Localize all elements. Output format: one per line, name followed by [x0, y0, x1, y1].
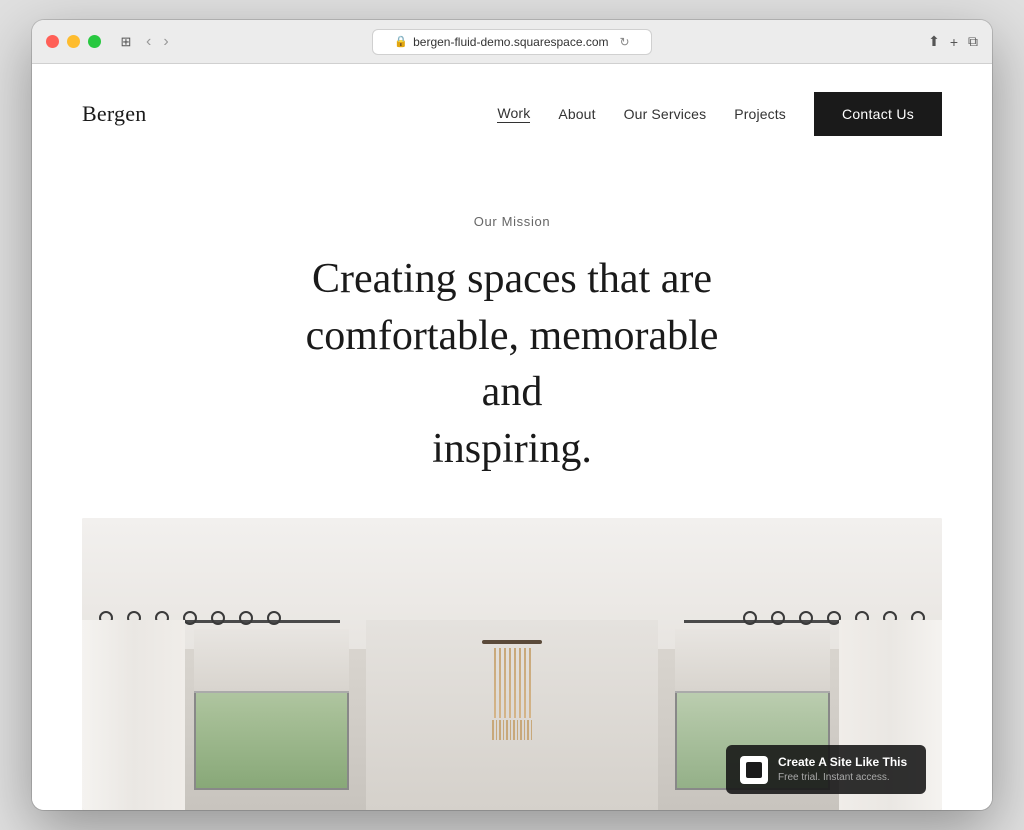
hero-section: Our Mission Creating spaces that are com…: [32, 164, 992, 518]
back-arrow-icon[interactable]: ‹: [143, 33, 154, 51]
ring: [743, 611, 757, 625]
new-tab-icon[interactable]: +: [950, 34, 958, 50]
macrame-string: [509, 648, 511, 718]
ring: [799, 611, 813, 625]
mac-titlebar: ⊞ ‹ › 🔒 bergen-fluid-demo.squarespace.co…: [32, 20, 992, 64]
squarespace-logo-inner: [746, 762, 762, 778]
curtain-left: [82, 620, 185, 810]
toolbar-icons: ⊞ ‹ ›: [115, 31, 172, 53]
ring: [211, 611, 225, 625]
site-logo[interactable]: Bergen: [82, 101, 146, 127]
macrame-strings: [477, 648, 547, 718]
toolbar-right: ⬆ + ⧉: [928, 33, 978, 50]
url-text: bergen-fluid-demo.squarespace.com: [413, 35, 608, 49]
macrame-string: [519, 648, 521, 718]
nav-work[interactable]: Work: [497, 105, 530, 123]
room-image: Create A Site Like This Free trial. Inst…: [82, 518, 942, 810]
macrame-string: [504, 648, 506, 718]
squarespace-badge[interactable]: Create A Site Like This Free trial. Inst…: [726, 745, 926, 794]
macrame-string: [499, 648, 501, 718]
lock-icon: 🔒: [394, 35, 408, 48]
macrame-string: [524, 648, 526, 718]
close-button[interactable]: [46, 35, 59, 48]
hero-heading-line2: comfortable, memorable and: [306, 313, 719, 416]
nav-about[interactable]: About: [558, 106, 595, 122]
nav-projects[interactable]: Projects: [734, 106, 786, 122]
macrame-string: [494, 648, 496, 718]
shade-right: [675, 629, 830, 693]
maximize-button[interactable]: [88, 35, 101, 48]
macrame-fringe: [477, 720, 547, 740]
macrame-string: [529, 648, 531, 718]
macrame-string: [514, 648, 516, 718]
refresh-icon[interactable]: ↻: [620, 35, 630, 49]
squarespace-logo: [740, 756, 768, 784]
sidebar-icon[interactable]: ⊞: [115, 31, 137, 53]
squarespace-badge-text: Create A Site Like This Free trial. Inst…: [778, 755, 907, 784]
hero-heading-line3: inspiring.: [432, 426, 592, 472]
macrame-decoration: [477, 640, 547, 730]
minimize-button[interactable]: [67, 35, 80, 48]
tabs-icon[interactable]: ⧉: [968, 33, 978, 50]
address-bar[interactable]: 🔒 bergen-fluid-demo.squarespace.com ↻: [372, 29, 652, 55]
site-nav: Work About Our Services Projects Contact…: [497, 92, 942, 136]
hero-heading: Creating spaces that are comfortable, me…: [272, 251, 752, 478]
nav-services[interactable]: Our Services: [624, 106, 707, 122]
squarespace-badge-subtitle: Free trial. Instant access.: [778, 771, 907, 784]
site-header: Bergen Work About Our Services Projects …: [32, 64, 992, 164]
share-icon[interactable]: ⬆: [928, 33, 940, 50]
ring: [267, 611, 281, 625]
forward-arrow-icon[interactable]: ›: [160, 33, 171, 51]
ring: [183, 611, 197, 625]
website-content: Bergen Work About Our Services Projects …: [32, 64, 992, 810]
ring: [239, 611, 253, 625]
window-controls: [46, 35, 101, 48]
squarespace-badge-title: Create A Site Like This: [778, 755, 907, 771]
macrame-bar: [482, 640, 542, 644]
room-scene: Create A Site Like This Free trial. Inst…: [82, 518, 942, 810]
mission-label: Our Mission: [72, 214, 952, 229]
contact-button[interactable]: Contact Us: [814, 92, 942, 136]
hero-heading-line1: Creating spaces that are: [312, 256, 712, 302]
mac-window: ⊞ ‹ › 🔒 bergen-fluid-demo.squarespace.co…: [32, 20, 992, 810]
ring: [771, 611, 785, 625]
shade-left: [194, 629, 349, 693]
